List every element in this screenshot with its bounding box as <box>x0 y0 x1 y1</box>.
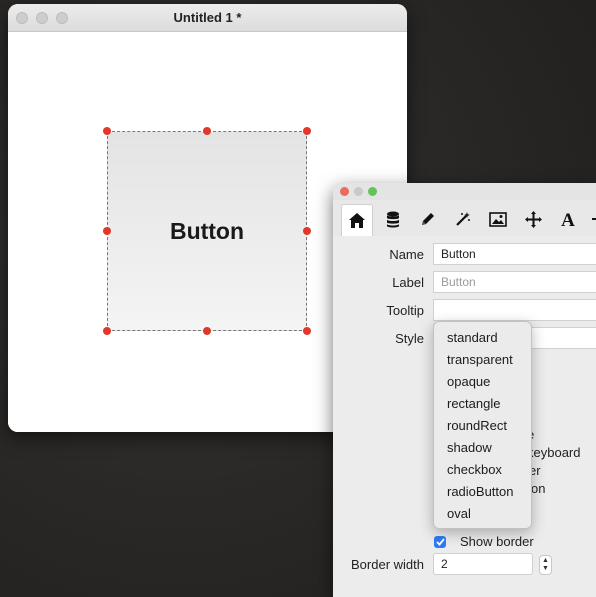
tab-text[interactable]: A <box>552 204 584 234</box>
chevron-up-icon: ▲ <box>542 557 549 564</box>
tab-icons[interactable] <box>482 204 514 234</box>
hidden-option-text: keyboard <box>527 445 581 460</box>
menu-item-roundrect[interactable]: roundRect <box>434 415 531 437</box>
checkmark-icon <box>435 538 445 546</box>
pencil-icon <box>422 213 434 225</box>
tab-effects[interactable] <box>447 204 479 234</box>
text-icon: A <box>561 211 575 228</box>
svg-text:A: A <box>561 211 575 228</box>
border-width-label: Border width <box>351 557 424 572</box>
border-width-field[interactable]: 2 <box>433 553 533 575</box>
resize-handle-left[interactable] <box>103 227 111 235</box>
inspector-titlebar[interactable] <box>333 183 596 200</box>
inspector-toolbar: A <box>333 200 596 237</box>
inspector-zoom-button[interactable] <box>368 187 377 196</box>
style-dropdown-menu: standard transparent opaque rectangle ro… <box>433 321 532 529</box>
menu-item-opaque[interactable]: opaque <box>434 371 531 393</box>
inspector-minimize-button[interactable] <box>354 187 363 196</box>
resize-handle-bottom[interactable] <box>203 327 211 335</box>
document-titlebar[interactable]: Untitled 1 * <box>8 4 407 32</box>
menu-item-standard[interactable]: standard <box>434 327 531 349</box>
menu-item-oval[interactable]: oval <box>434 503 531 525</box>
name-label: Name <box>389 247 424 262</box>
tab-position[interactable] <box>517 204 549 234</box>
resize-handle-top[interactable] <box>203 127 211 135</box>
image-icon <box>489 211 507 227</box>
tooltip-field[interactable] <box>433 299 596 321</box>
label-label: Label <box>392 275 424 290</box>
home-icon <box>349 213 365 228</box>
resize-handle-bottom-left[interactable] <box>103 327 111 335</box>
button-object-label: Button <box>169 217 245 244</box>
window-title: Untitled 1 * <box>173 10 242 25</box>
hidden-option-text: on <box>531 481 546 496</box>
more-icon <box>592 218 596 220</box>
label-field[interactable]: Button <box>433 271 596 293</box>
tab-more[interactable] <box>587 204 596 234</box>
database-icon <box>387 211 399 227</box>
menu-item-radiobutton[interactable]: radioButton <box>434 481 531 503</box>
resize-handle-right[interactable] <box>303 227 311 235</box>
magic-wand-icon <box>456 212 470 226</box>
inspector-close-button[interactable] <box>340 187 349 196</box>
tooltip-label: Tooltip <box>386 303 424 318</box>
tab-data[interactable] <box>377 204 409 234</box>
show-border-label: Show border <box>460 534 534 549</box>
menu-item-checkbox[interactable]: checkbox <box>434 459 531 481</box>
resize-handle-top-right[interactable] <box>303 127 311 135</box>
resize-handle-bottom-right[interactable] <box>303 327 311 335</box>
chevron-down-icon: ▼ <box>542 565 549 572</box>
border-width-stepper[interactable]: ▲ ▼ <box>539 555 552 575</box>
tab-basic[interactable] <box>341 204 373 236</box>
menu-item-rectangle[interactable]: rectangle <box>434 393 531 415</box>
menu-item-transparent[interactable]: transparent <box>434 349 531 371</box>
move-icon <box>524 210 542 228</box>
name-field[interactable]: Button <box>433 243 596 265</box>
resize-handle-top-left[interactable] <box>103 127 111 135</box>
menu-item-shadow[interactable]: shadow <box>434 437 531 459</box>
tab-properties[interactable] <box>412 204 444 234</box>
selected-button-object[interactable]: Button <box>107 131 307 331</box>
show-border-checkbox[interactable] <box>434 536 446 548</box>
style-label: Style <box>395 331 424 346</box>
